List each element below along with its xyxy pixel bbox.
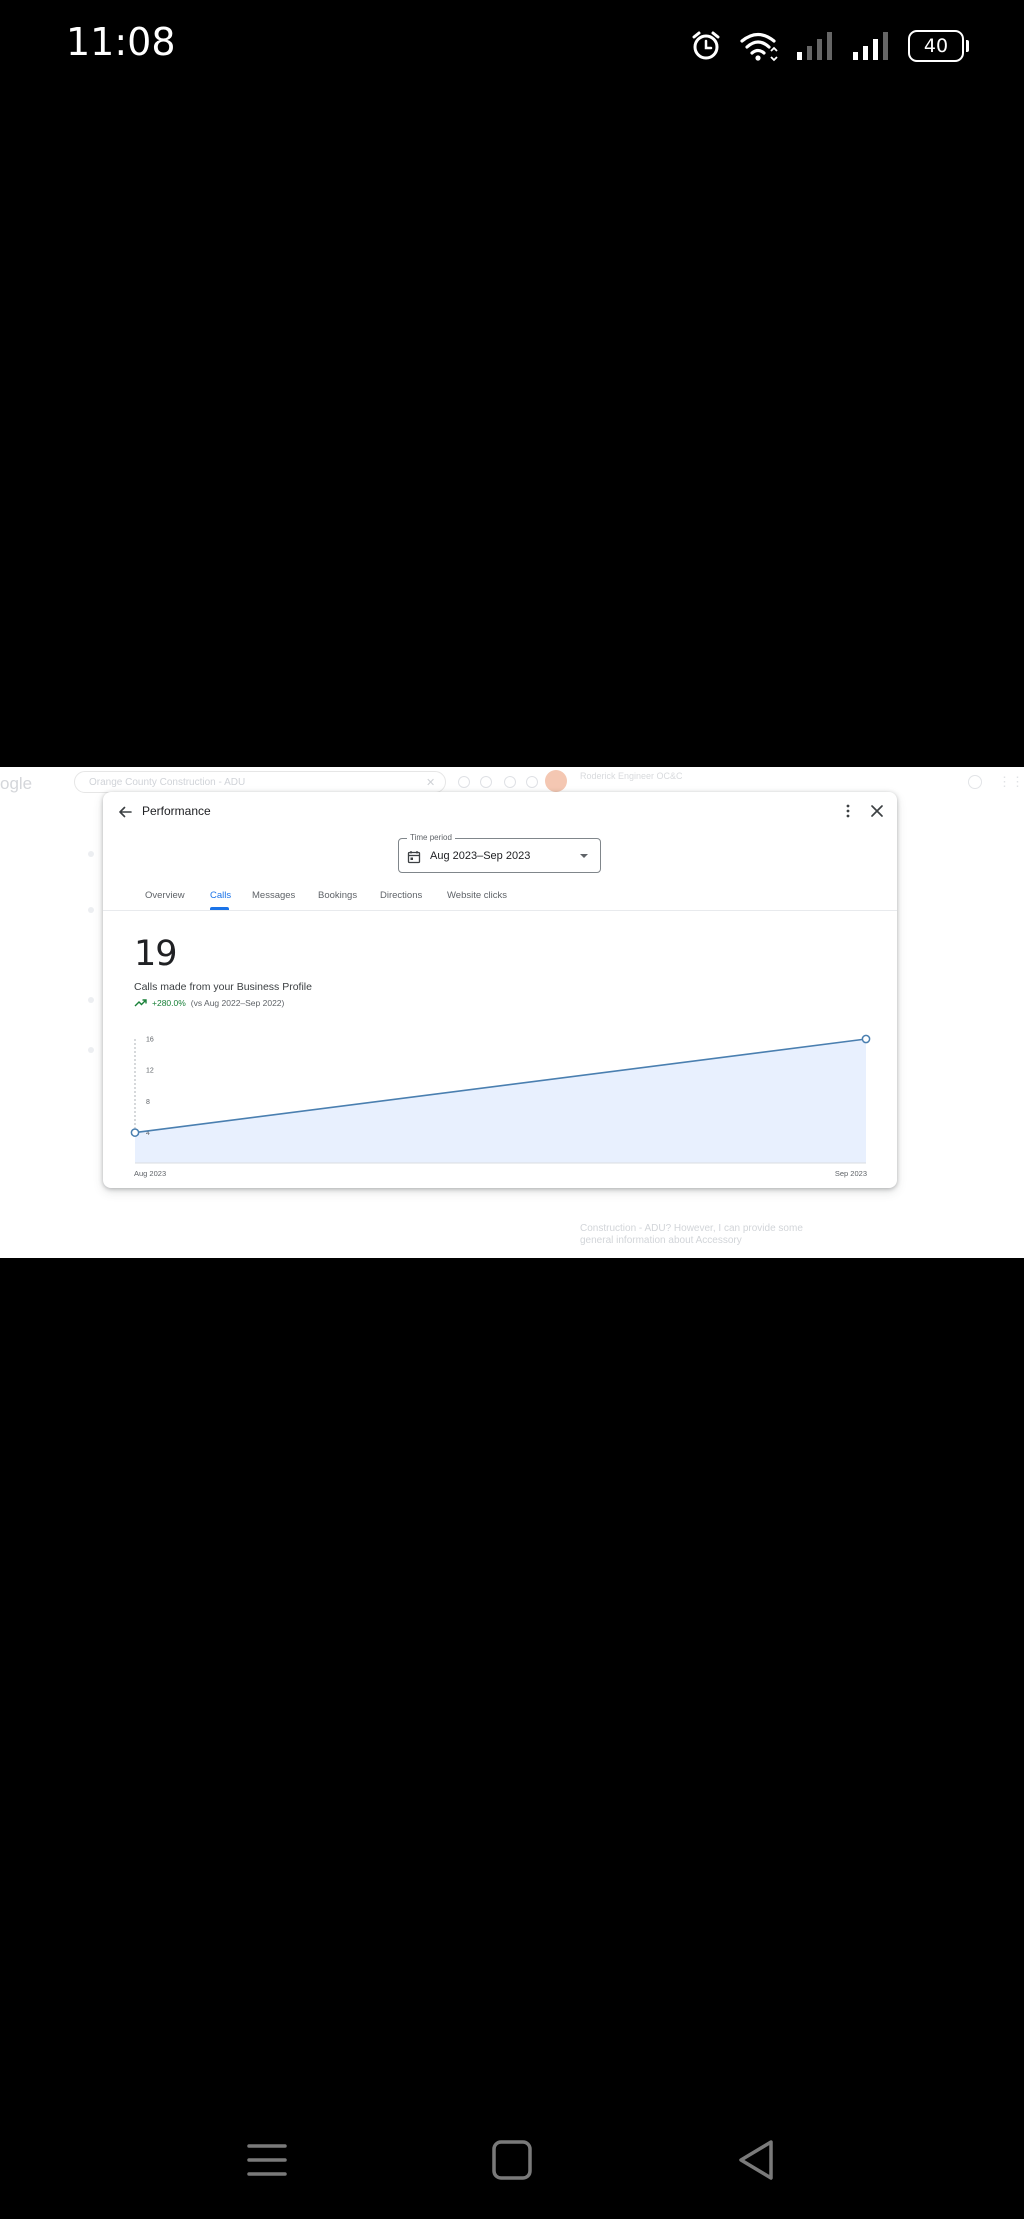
background-dot: [88, 907, 94, 913]
performance-dialog: Performance Time period Aug 2023–Sep 202…: [103, 792, 897, 1188]
background-dot: [88, 1047, 94, 1053]
background-dot: [88, 997, 94, 1003]
alarm-icon: [692, 31, 720, 60]
background-tool-icon: [526, 776, 538, 788]
metric-change-percent: +280.0%: [152, 998, 186, 1008]
metric-comparison: (vs Aug 2022–Sep 2022): [190, 998, 285, 1008]
active-tab-indicator: [210, 907, 229, 910]
dialog-title: Performance: [142, 804, 211, 818]
status-bar: 11:08 40: [0, 0, 1024, 90]
background-mic-icon: [458, 776, 470, 788]
background-bottom-text: Construction - ADU? However, I can provi…: [580, 1223, 803, 1246]
status-time: 11:08: [66, 20, 176, 64]
dropdown-caret-icon: [580, 854, 588, 858]
chart-data-point: [861, 1034, 871, 1044]
background-settings-icon: [968, 775, 982, 789]
tab-messages[interactable]: Messages: [252, 890, 295, 901]
back-icon[interactable]: [728, 2132, 784, 2188]
background-dot: [88, 851, 94, 857]
metric-change: +280.0% (vs Aug 2022–Sep 2022): [134, 998, 284, 1008]
background-apps-icon: ⋮⋮: [998, 774, 1024, 789]
tab-website-clicks[interactable]: Website clicks: [447, 890, 507, 901]
screenshot-band: ogle Orange County Construction - ADU ✕ …: [0, 767, 1024, 1258]
more-options-icon[interactable]: [838, 801, 858, 821]
background-search-icon: [504, 776, 516, 788]
metric-caption: Calls made from your Business Profile: [134, 981, 312, 993]
chart-data-point: [130, 1128, 140, 1137]
time-period-select[interactable]: Time period Aug 2023–Sep 2023: [398, 833, 601, 873]
calendar-icon: [407, 851, 421, 864]
chart-series-line: [134, 1038, 867, 1134]
chart-y-tick-label: 8: [146, 1099, 150, 1106]
back-arrow-icon[interactable]: [115, 802, 135, 822]
tab-overview[interactable]: Overview: [145, 890, 185, 901]
signal-icon: [797, 32, 832, 60]
chart-y-tick-label: 12: [146, 1068, 154, 1075]
metric-tabs: Overview Calls Messages Bookings Directi…: [103, 888, 897, 911]
navigation-bar: [0, 2100, 1024, 2219]
battery-icon: 40: [908, 30, 969, 62]
chart-y-tick-label: 16: [146, 1037, 154, 1044]
time-period-label: Time period: [407, 833, 455, 842]
time-period-value: Aug 2023–Sep 2023: [430, 850, 531, 862]
tab-bookings[interactable]: Bookings: [318, 890, 357, 901]
chart-area-fill: [135, 1039, 866, 1163]
home-icon[interactable]: [484, 2132, 540, 2188]
background-logo: ogle: [0, 774, 33, 793]
metric-value: 19: [134, 934, 178, 974]
background-clear-icon: ✕: [426, 777, 436, 789]
trending-up-icon: [134, 999, 147, 1007]
background-search-bar: Orange County Construction - ADU: [74, 771, 446, 793]
chart-y-tick-label: 4: [146, 1130, 150, 1137]
chart-x-tick-label: Aug 2023: [134, 1169, 166, 1178]
tab-directions[interactable]: Directions: [380, 890, 422, 901]
wifi-icon: [740, 32, 778, 62]
close-icon[interactable]: [867, 801, 887, 821]
tab-calls[interactable]: Calls: [210, 890, 231, 901]
chart-x-tick-label: Sep 2023: [835, 1169, 867, 1178]
status-icons: 40: [690, 26, 969, 66]
background-avatar: [545, 770, 567, 792]
signal-icon: [853, 32, 888, 60]
menu-icon[interactable]: [239, 2132, 295, 2188]
background-side-title: Roderick Engineer OC&C: [580, 771, 683, 781]
background-lens-icon: [480, 776, 492, 788]
